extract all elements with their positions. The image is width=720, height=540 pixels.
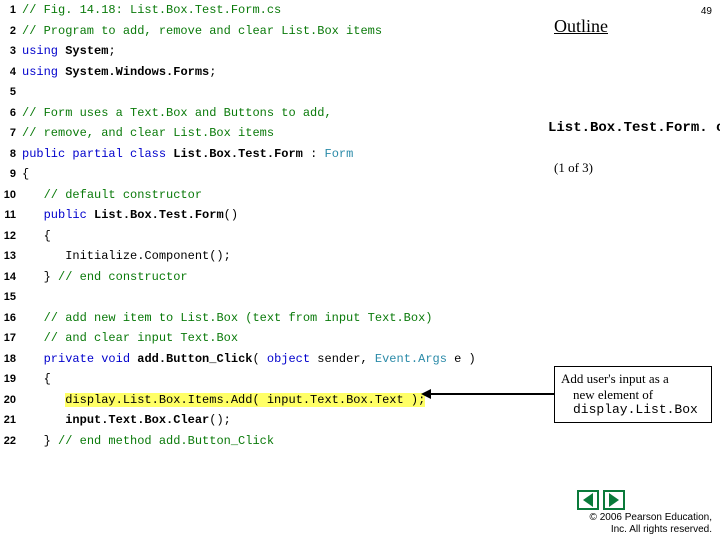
line-body: } // end method add.Button_Click <box>22 431 274 452</box>
code-line: 10 // default constructor <box>0 185 548 206</box>
code-line: 4using System.Windows.Forms; <box>0 62 548 83</box>
code-line: 16 // add new item to List.Box (text fro… <box>0 308 548 329</box>
page-number: 49 <box>701 6 712 17</box>
line-body: public partial class List.Box.Test.Form … <box>22 144 353 165</box>
code-line: 9{ <box>0 164 548 185</box>
code-line: 17 // and clear input Text.Box <box>0 328 548 349</box>
line-number: 14 <box>0 267 22 288</box>
line-body: } // end constructor <box>22 267 188 288</box>
line-number: 15 <box>0 287 22 308</box>
code-line: 11 public List.Box.Test.Form() <box>0 205 548 226</box>
callout-code: display.List.Box <box>561 402 705 418</box>
code-line: 3using System; <box>0 41 548 62</box>
code-line: 13 Initialize.Component(); <box>0 246 548 267</box>
line-body: // and clear input Text.Box <box>22 328 238 349</box>
code-line: 22 } // end method add.Button_Click <box>0 431 548 452</box>
code-line: 14 } // end constructor <box>0 267 548 288</box>
line-body: { <box>22 226 51 247</box>
callout-box: Add user's input as a new element of dis… <box>554 366 712 423</box>
part-indicator: (1 of 3) <box>554 160 593 176</box>
line-number: 20 <box>0 390 22 411</box>
code-line: 6// Form uses a Text.Box and Buttons to … <box>0 103 548 124</box>
copyright-line-1: © 2006 Pearson Education, <box>590 512 712 524</box>
copyright: © 2006 Pearson Education, Inc. All right… <box>590 512 712 536</box>
line-body: input.Text.Box.Clear(); <box>22 410 231 431</box>
line-body: // remove, and clear List.Box items <box>22 123 274 144</box>
triangle-left-icon <box>583 493 593 507</box>
line-body: using System; <box>22 41 116 62</box>
outline-heading: Outline <box>554 16 608 37</box>
code-listing: 1// Fig. 14.18: List.Box.Test.Form.cs2//… <box>0 0 548 455</box>
prev-button[interactable] <box>577 490 599 510</box>
line-body: { <box>22 164 29 185</box>
line-number: 5 <box>0 82 22 103</box>
line-body: // default constructor <box>22 185 202 206</box>
line-body: using System.Windows.Forms; <box>22 62 216 83</box>
line-body: // Fig. 14.18: List.Box.Test.Form.cs <box>22 0 281 21</box>
line-number: 7 <box>0 123 22 144</box>
filename-label: List.Box.Test.Form. cs <box>548 120 720 136</box>
line-number: 17 <box>0 328 22 349</box>
code-line: 15 <box>0 287 548 308</box>
line-number: 13 <box>0 246 22 267</box>
code-line: 7// remove, and clear List.Box items <box>0 123 548 144</box>
line-number: 21 <box>0 410 22 431</box>
line-number: 9 <box>0 164 22 185</box>
line-body: { <box>22 369 51 390</box>
callout-arrow <box>429 393 554 395</box>
code-line: 8public partial class List.Box.Test.Form… <box>0 144 548 165</box>
line-number: 2 <box>0 21 22 42</box>
line-body: // Program to add, remove and clear List… <box>22 21 382 42</box>
code-line: 12 { <box>0 226 548 247</box>
next-button[interactable] <box>603 490 625 510</box>
line-number: 12 <box>0 226 22 247</box>
line-number: 16 <box>0 308 22 329</box>
line-number: 19 <box>0 369 22 390</box>
nav-buttons <box>577 490 625 510</box>
line-number: 6 <box>0 103 22 124</box>
line-number: 22 <box>0 431 22 452</box>
copyright-line-2: Inc. All rights reserved. <box>590 524 712 536</box>
line-number: 11 <box>0 205 22 226</box>
triangle-right-icon <box>609 493 619 507</box>
callout-text-2: new element of <box>561 387 705 403</box>
code-line: 2// Program to add, remove and clear Lis… <box>0 21 548 42</box>
line-body: Initialize.Component(); <box>22 246 231 267</box>
line-number: 1 <box>0 0 22 21</box>
line-body: private void add.Button_Click( object se… <box>22 349 483 370</box>
line-body: public List.Box.Test.Form() <box>22 205 238 226</box>
line-body: display.List.Box.Items.Add( input.Text.B… <box>22 390 425 411</box>
line-number: 10 <box>0 185 22 206</box>
sidebar: 49 Outline List.Box.Test.Form. cs (1 of … <box>548 0 720 540</box>
line-body: // Form uses a Text.Box and Buttons to a… <box>22 103 332 124</box>
line-body: // add new item to List.Box (text from i… <box>22 308 432 329</box>
code-line: 1// Fig. 14.18: List.Box.Test.Form.cs <box>0 0 548 21</box>
line-number: 3 <box>0 41 22 62</box>
code-line: 19 { <box>0 369 548 390</box>
line-number: 8 <box>0 144 22 165</box>
line-number: 18 <box>0 349 22 370</box>
callout-text-1: Add user's input as a <box>561 371 705 387</box>
code-line: 5 <box>0 82 548 103</box>
code-line: 21 input.Text.Box.Clear(); <box>0 410 548 431</box>
line-number: 4 <box>0 62 22 83</box>
code-line: 18 private void add.Button_Click( object… <box>0 349 548 370</box>
